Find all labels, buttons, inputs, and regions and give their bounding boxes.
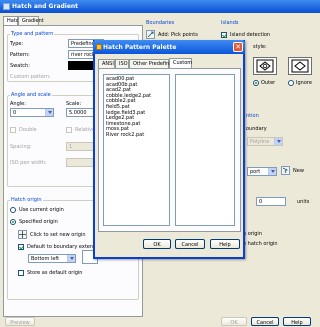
boundaries-title: Boundaries (145, 20, 176, 26)
chevron-down-icon (67, 255, 75, 262)
pattern-preview (175, 74, 235, 226)
dialog-title-bar: Hatch and Gradient (0, 0, 320, 13)
object-type-dropdown[interactable]: Polyline (247, 137, 283, 146)
angle-label: Angle: (10, 101, 26, 107)
islands-title: Islands (220, 20, 240, 26)
palette-help-button[interactable]: Help (210, 239, 240, 249)
outer-island-icon (256, 59, 274, 73)
origin-position-dropdown[interactable]: Bottom left (28, 254, 76, 263)
retention-title: ntion (246, 113, 259, 119)
pattern-label: Pattern: (10, 52, 30, 58)
close-icon[interactable]: ✕ (233, 42, 243, 52)
palette-title: Hatch Pattern Palette (103, 44, 177, 51)
app-icon (3, 3, 10, 10)
palette-title-bar: Hatch Pattern Palette ✕ (93, 40, 245, 54)
ignore-radio[interactable] (288, 80, 294, 86)
inherit-hatch-origin-text: e hatch origin (243, 241, 278, 247)
preview-button[interactable]: Preview (5, 317, 35, 326)
inherit-origin-text: n origin (243, 231, 262, 237)
hatch-pattern-palette: Hatch Pattern Palette ✕ ANSI ISO Other P… (93, 40, 245, 259)
type-label: Type: (10, 41, 24, 47)
tab-custom[interactable]: Custom (169, 58, 192, 68)
boundary-set-dropdown[interactable]: port (247, 167, 277, 176)
specified-origin-radio[interactable] (10, 219, 16, 225)
chevron-down-icon (268, 168, 276, 175)
gap-tolerance-input[interactable]: 0 (256, 197, 286, 206)
main-cancel-button[interactable]: Cancel (251, 317, 279, 326)
tab-ansi[interactable]: ANSI (98, 59, 115, 68)
spacing-value: 1 (69, 144, 73, 150)
pick-points-icon (147, 31, 154, 38)
chevron-down-icon (45, 109, 53, 116)
custom-tab-panel: acad00.pat acad00b.pat acad2.pat cobble.… (98, 68, 241, 232)
store-default-label: Store as default origin (27, 270, 83, 276)
hatch-origin-title: Hatch origin (10, 197, 43, 203)
swatch-label: Swatch: (10, 63, 30, 69)
angle-dropdown[interactable]: 0 (10, 108, 54, 117)
angle-scale-title: Angle and scale (10, 92, 52, 98)
boundary-set-value: port (250, 169, 261, 175)
double-checkbox[interactable] (10, 127, 16, 133)
palette-icon (96, 44, 102, 50)
new-boundary-set-button[interactable] (281, 166, 290, 175)
main-ok-button[interactable]: OK (221, 317, 247, 326)
add-pick-points-label: Add: Pick points (158, 32, 198, 38)
units-label: units (297, 199, 310, 205)
palette-cancel-button[interactable]: Cancel (175, 239, 205, 249)
new-label: New (293, 168, 304, 174)
tab-gradient[interactable]: Gradient (18, 16, 44, 25)
outer-style-preview[interactable] (253, 57, 277, 75)
add-pick-points-button[interactable] (146, 30, 155, 39)
set-origin-button[interactable] (18, 230, 27, 239)
ignore-style-preview[interactable] (288, 57, 312, 75)
angle-value: 0 (13, 110, 17, 116)
use-current-origin-radio[interactable] (10, 207, 16, 213)
scale-value: 5.0000 (69, 110, 87, 116)
outer-radio[interactable] (253, 80, 259, 86)
island-detection-label: Island detection (230, 32, 271, 38)
outer-label: Outer (261, 80, 276, 86)
scale-label: Scale: (66, 101, 82, 107)
click-set-origin-label: Click to set new origin (30, 232, 86, 238)
gap-tolerance-value: 0 (259, 199, 263, 205)
dialog-title: Hatch and Gradient (12, 3, 79, 10)
palette-ok-button[interactable]: OK (143, 239, 171, 249)
chevron-down-icon (274, 138, 282, 145)
spacing-label: Spacing: (10, 144, 32, 150)
type-pattern-title: Type and pattern (10, 31, 55, 37)
tab-iso[interactable]: ISO (115, 59, 129, 68)
ignore-island-icon (291, 59, 309, 73)
custom-pattern-label: Custom pattern: (10, 74, 51, 80)
pattern-list[interactable]: acad00.pat acad00b.pat acad2.pat cobble.… (103, 74, 170, 226)
relative-paper-checkbox[interactable] (66, 127, 72, 133)
ignore-label: Ignore (296, 80, 312, 86)
default-extents-checkbox[interactable] (18, 244, 24, 250)
island-detection-checkbox[interactable] (221, 32, 227, 38)
crosshair-icon (19, 231, 26, 238)
select-objects-icon (282, 167, 288, 174)
origin-position-value: Bottom left (31, 256, 60, 262)
iso-pen-label: ISO pen width: (10, 160, 47, 166)
double-label: Double (19, 127, 37, 133)
store-default-checkbox[interactable] (18, 270, 24, 276)
main-help-button[interactable]: Help (283, 317, 311, 326)
boundary-label: oundary (246, 126, 267, 132)
use-current-origin-label: Use current origin (19, 207, 64, 213)
object-type-value: Polyline (250, 139, 270, 145)
specified-origin-label: Specified origin (19, 219, 58, 225)
island-style-label: style: (253, 44, 267, 50)
tab-other-predefined[interactable]: Other Predefined (129, 59, 176, 68)
list-item[interactable]: River rock2.pat (106, 132, 167, 139)
dialog-button-bar: Preview OK Cancel Help (0, 317, 320, 327)
